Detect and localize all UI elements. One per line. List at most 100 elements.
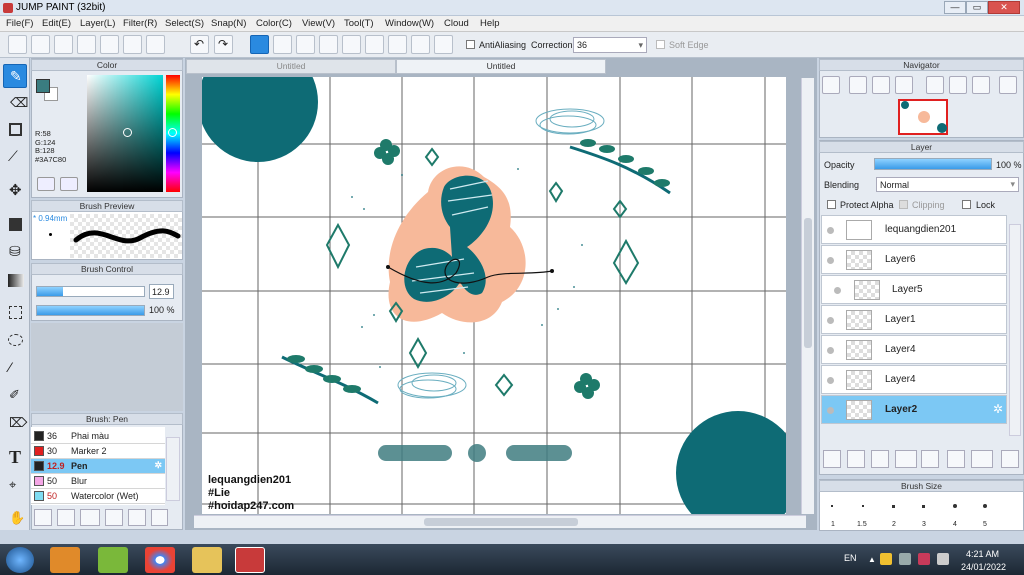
brush-folder-icon[interactable] xyxy=(128,509,146,526)
undo-button[interactable]: ↶ xyxy=(190,35,209,54)
page-icon[interactable] xyxy=(77,35,96,54)
tray-app-icon[interactable] xyxy=(918,553,930,565)
brush-size-slider[interactable] xyxy=(36,286,145,297)
visibility-icon[interactable] xyxy=(827,377,834,384)
drawing-canvas[interactable]: lequangdien201 #Lie #hoidap247.com xyxy=(202,77,786,514)
new-layer-icon[interactable] xyxy=(823,450,841,468)
magic-wand-icon[interactable]: ⁄ xyxy=(3,356,27,380)
duplicate-layer-icon[interactable] xyxy=(947,450,965,468)
hue-cursor[interactable] xyxy=(168,128,177,137)
size-dot[interactable] xyxy=(892,505,895,508)
language-indicator[interactable]: EN xyxy=(844,553,857,563)
menu-view[interactable]: View(V) xyxy=(302,18,335,29)
menu-color[interactable]: Color(C) xyxy=(256,18,292,29)
size-dot[interactable] xyxy=(831,505,833,507)
visibility-icon[interactable] xyxy=(827,257,834,264)
select-pen-icon[interactable]: ✐ xyxy=(3,384,27,408)
menu-window[interactable]: Window(W) xyxy=(385,18,434,29)
correction-select[interactable]: 36 ▾ xyxy=(573,37,647,53)
brush-copy-icon[interactable] xyxy=(105,509,123,526)
snap-radial-icon[interactable] xyxy=(342,35,361,54)
brush-item[interactable]: 36 Phai màu xyxy=(31,429,165,444)
menu-cloud[interactable]: Cloud xyxy=(444,18,469,29)
snap-curve-icon[interactable] xyxy=(388,35,407,54)
cloud-sync-icon[interactable] xyxy=(8,35,27,54)
visibility-icon[interactable] xyxy=(827,347,834,354)
snap-ellipse-icon[interactable] xyxy=(411,35,430,54)
merge-layer-icon[interactable] xyxy=(971,450,993,468)
eyedropper-icon[interactable]: ⌖ xyxy=(3,474,27,498)
menu-snap[interactable]: Snap(N) xyxy=(211,18,246,29)
menu-help[interactable]: Help xyxy=(480,18,500,29)
tray-volume-icon[interactable] xyxy=(937,553,949,565)
clipping-checkbox[interactable] xyxy=(899,200,908,211)
clock-date[interactable]: 24/01/2022 xyxy=(961,562,1006,572)
brush-cloud-icon[interactable] xyxy=(34,509,52,526)
visibility-icon[interactable] xyxy=(827,227,834,234)
new-halftone-layer-icon[interactable] xyxy=(847,450,865,468)
tray-flag-icon[interactable] xyxy=(880,553,892,565)
antialiasing-checkbox[interactable] xyxy=(466,40,475,51)
snap-off-icon[interactable] xyxy=(250,35,269,54)
layer-row[interactable]: Layer5 xyxy=(821,275,1007,304)
comment-icon[interactable] xyxy=(54,35,73,54)
delete-layer-icon[interactable] xyxy=(1001,450,1019,468)
main-color-swatch[interactable] xyxy=(36,79,50,93)
eraser-tool-icon[interactable]: ⌫ xyxy=(3,91,28,115)
rotate-reset-icon[interactable] xyxy=(949,76,967,94)
jump-paint-taskbar-icon[interactable] xyxy=(235,547,265,573)
brush-size-value[interactable]: 12.9 xyxy=(149,284,174,299)
text-tool-icon[interactable]: T xyxy=(3,446,27,470)
layer-row[interactable]: Layer4 xyxy=(821,365,1007,394)
maximize-button[interactable]: ▭ xyxy=(966,1,988,14)
brush-menu-icon[interactable] xyxy=(80,509,100,526)
tab-untitled-1[interactable]: Untitled xyxy=(186,59,396,74)
redo-button[interactable]: ↷ xyxy=(214,35,233,54)
canvas-vertical-scrollbar[interactable] xyxy=(801,78,814,514)
zoom-actual-icon[interactable] xyxy=(822,76,840,94)
layer-settings-icon[interactable]: ✲ xyxy=(993,402,1003,416)
snap-cross-icon[interactable] xyxy=(319,35,338,54)
brush-item-selected[interactable]: 12.9 Pen ✲ xyxy=(31,459,165,474)
export-icon[interactable] xyxy=(31,35,50,54)
layer-row[interactable]: Layer6 xyxy=(821,245,1007,274)
layer-row-selected[interactable]: Layer2 ✲ xyxy=(821,395,1007,424)
snap-grid-icon[interactable] xyxy=(296,35,315,54)
layer-row[interactable]: Layer4 xyxy=(821,335,1007,364)
brush-list-scrollbar[interactable] xyxy=(166,437,180,501)
blending-select[interactable]: Normal ▾ xyxy=(876,177,1019,192)
rectangle-select-icon[interactable] xyxy=(3,118,27,142)
grid-settings-icon[interactable] xyxy=(146,35,165,54)
size-dot[interactable] xyxy=(983,504,987,508)
layer-opacity-slider[interactable] xyxy=(874,158,992,170)
hand-tool-icon[interactable]: ✋ xyxy=(3,507,27,531)
tab-untitled-2[interactable]: Untitled xyxy=(396,59,606,74)
chrome-icon[interactable] xyxy=(145,547,175,573)
canvas-horizontal-scrollbar[interactable] xyxy=(194,515,806,528)
snap-circle-icon[interactable] xyxy=(365,35,384,54)
menu-tool[interactable]: Tool(T) xyxy=(344,18,374,29)
lock-checkbox[interactable] xyxy=(962,200,971,211)
clock-time[interactable]: 4:21 AM xyxy=(966,549,999,559)
menu-file[interactable]: File(F) xyxy=(6,18,33,29)
visibility-icon[interactable] xyxy=(827,317,834,324)
layer-list-scrollbar[interactable] xyxy=(1009,224,1021,436)
fill-rect-icon[interactable] xyxy=(3,212,27,236)
menu-filter[interactable]: Filter(R) xyxy=(123,18,157,29)
snap-settings-icon[interactable] xyxy=(434,35,453,54)
zoom-in-icon[interactable] xyxy=(849,76,867,94)
move-tool-icon[interactable]: ✥ xyxy=(3,178,27,202)
new-brush-icon[interactable] xyxy=(57,509,75,526)
pen-tool-icon[interactable]: ✎ xyxy=(3,64,27,88)
app-icon-green[interactable] xyxy=(98,547,128,573)
rotate-right-icon[interactable] xyxy=(972,76,990,94)
layer-add-menu-icon[interactable] xyxy=(895,450,917,468)
brush-duplicate-icon[interactable] xyxy=(151,509,168,526)
file-explorer-icon[interactable] xyxy=(192,547,222,573)
new-8bit-layer-icon[interactable] xyxy=(871,450,889,468)
select-rect-icon[interactable] xyxy=(3,300,27,324)
select-eraser-icon[interactable]: ⌦ xyxy=(3,412,27,436)
start-button[interactable] xyxy=(6,547,34,573)
brush-item[interactable]: 50 Blur xyxy=(31,474,165,489)
menu-edit[interactable]: Edit(E) xyxy=(42,18,71,29)
